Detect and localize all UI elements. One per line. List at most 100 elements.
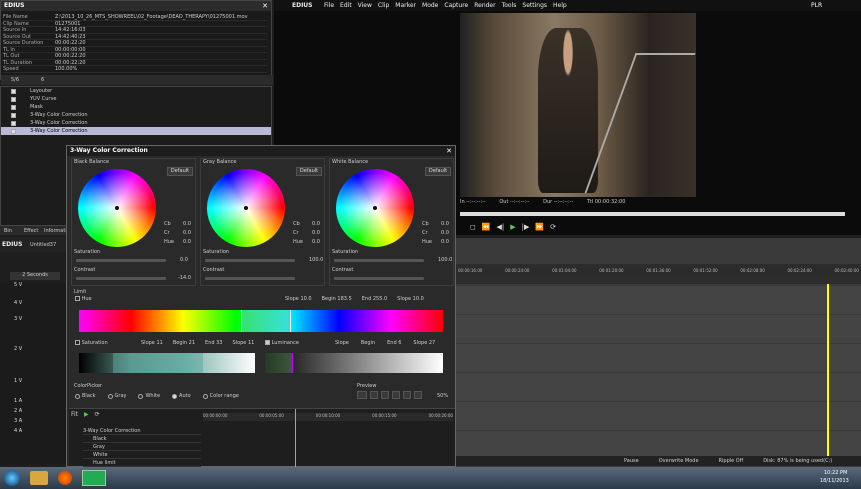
limit-param[interactable]: Slope 11 [233,340,255,346]
eyedropper-button[interactable] [357,391,367,399]
saturation-slider[interactable] [205,259,295,262]
colorpicker-radio[interactable]: White [138,393,160,399]
track-label[interactable]: 4 A [14,428,22,434]
saturation-slider[interactable] [76,259,166,262]
playhead[interactable] [827,284,829,456]
limit-param[interactable]: Slope 10.0 [285,296,312,302]
limit-param[interactable]: Slope 10.0 [397,296,424,302]
wheel-handle[interactable] [244,206,248,210]
track-label[interactable]: 1 V [14,378,22,384]
start-button[interactable] [4,470,20,486]
track-label[interactable]: 5 V [14,282,22,288]
color-wheel[interactable] [78,169,156,247]
limit-param[interactable]: Begin 183.5 [322,296,352,302]
effect-checkbox[interactable] [11,112,16,118]
limit-param[interactable]: End 6 [387,340,401,346]
radio-icon[interactable] [138,393,144,399]
step-forward-icon[interactable]: |▶ [522,223,530,231]
limit-param[interactable]: End 33 [205,340,222,346]
menu-item[interactable]: Help [553,2,567,9]
hue-limit-bar[interactable] [79,310,443,332]
tab-effect[interactable]: Effect [24,228,38,234]
keyframe-row[interactable]: White [83,451,201,459]
effect-item[interactable]: Layouter [1,87,271,95]
scrub-bar[interactable] [460,212,845,216]
menu-item[interactable]: View [358,2,372,9]
explorer-icon[interactable] [30,471,48,485]
fast-forward-icon[interactable]: ⏩ [535,223,544,231]
limit-param[interactable]: Slope [335,340,349,346]
saturation-slider[interactable] [334,259,424,262]
limit-param[interactable]: Slope 27 [413,340,435,346]
menu-item[interactable]: Marker [395,2,416,9]
color-wheel[interactable] [336,169,414,247]
luminance-limit-bar[interactable] [265,353,443,373]
menu-item[interactable]: Edit [340,2,352,9]
radio-icon[interactable] [172,393,178,399]
close-icon[interactable]: ✕ [446,147,452,155]
loop-icon[interactable]: ⟳ [95,411,100,418]
radio-icon[interactable] [202,393,208,399]
default-button[interactable]: Default [425,167,451,176]
contrast-slider[interactable] [205,277,295,280]
colorpicker-radio[interactable]: Auto [172,393,191,399]
effect-item[interactable]: YUV Curve [1,95,271,103]
preview-left-button[interactable] [381,391,389,399]
default-button[interactable]: Default [296,167,322,176]
limit-param[interactable]: Begin [361,340,375,346]
track-label[interactable]: 3 A [14,418,22,424]
rewind-icon[interactable]: ⏪ [482,223,491,231]
menu-item[interactable]: Settings [522,2,547,9]
radio-icon[interactable] [107,393,113,399]
effect-item[interactable]: Mask [1,103,271,111]
menu-item[interactable]: Clip [378,2,389,9]
keyframe-row[interactable]: Hue limit [83,459,201,467]
effect-checkbox[interactable] [11,88,16,94]
contrast-slider[interactable] [334,277,424,280]
hue-checkbox[interactable] [75,296,80,301]
timeline-scale[interactable]: 2 Seconds [10,272,60,280]
colorpicker-radio[interactable]: Color range [202,393,239,399]
limit-param[interactable]: Begin 21 [173,340,195,346]
keyframe-row[interactable]: Black [83,435,201,443]
menu-item[interactable]: Capture [444,2,468,9]
effect-checkbox[interactable] [11,96,16,102]
loop-icon[interactable]: ⟳ [550,223,556,231]
firefox-icon[interactable] [58,471,72,485]
contrast-slider[interactable] [76,277,166,280]
fit-label[interactable]: Fit [71,411,78,418]
effect-item[interactable]: 3-Way Color Correction [1,119,271,127]
effect-checkbox[interactable] [11,128,16,134]
preview-split-button[interactable] [370,391,378,399]
wheel-handle[interactable] [115,206,119,210]
preview-right-button[interactable] [392,391,400,399]
tab-bin[interactable]: Bin [4,228,12,234]
preview-off-button[interactable] [414,391,422,399]
close-icon[interactable]: ✕ [262,2,268,10]
saturation-checkbox[interactable] [75,340,80,345]
luminance-checkbox[interactable] [265,340,270,345]
menu-item[interactable]: Tools [502,2,517,9]
default-button[interactable]: Default [167,167,193,176]
keyframe-row[interactable]: Gray [83,443,201,451]
edius-taskbar-icon[interactable] [82,470,106,486]
menu-item[interactable]: Mode [422,2,438,9]
colorpicker-radio[interactable]: Gray [107,393,126,399]
play-icon[interactable]: ▶ [510,223,515,231]
keyframe-playhead[interactable] [295,409,296,467]
limit-param[interactable]: Slope 11 [141,340,163,346]
menu-item[interactable]: Render [474,2,495,9]
track-label[interactable]: 2 V [14,346,22,352]
effect-checkbox[interactable] [11,120,16,126]
effect-item[interactable]: 3-Way Color Correction [1,111,271,119]
saturation-limit-bar[interactable] [79,353,255,373]
menu-item[interactable]: File [324,2,334,9]
preview-full-button[interactable] [403,391,411,399]
track-label[interactable]: 4 V [14,300,22,306]
track-label[interactable]: 2 A [14,408,22,414]
colorpicker-radio[interactable]: Black [75,393,96,399]
keyframe-row[interactable]: 3-Way Color Correction [83,427,201,435]
play-icon[interactable]: ▶ [84,411,89,418]
radio-icon[interactable] [75,393,80,399]
effect-item[interactable]: 3-Way Color Correction [1,127,271,135]
